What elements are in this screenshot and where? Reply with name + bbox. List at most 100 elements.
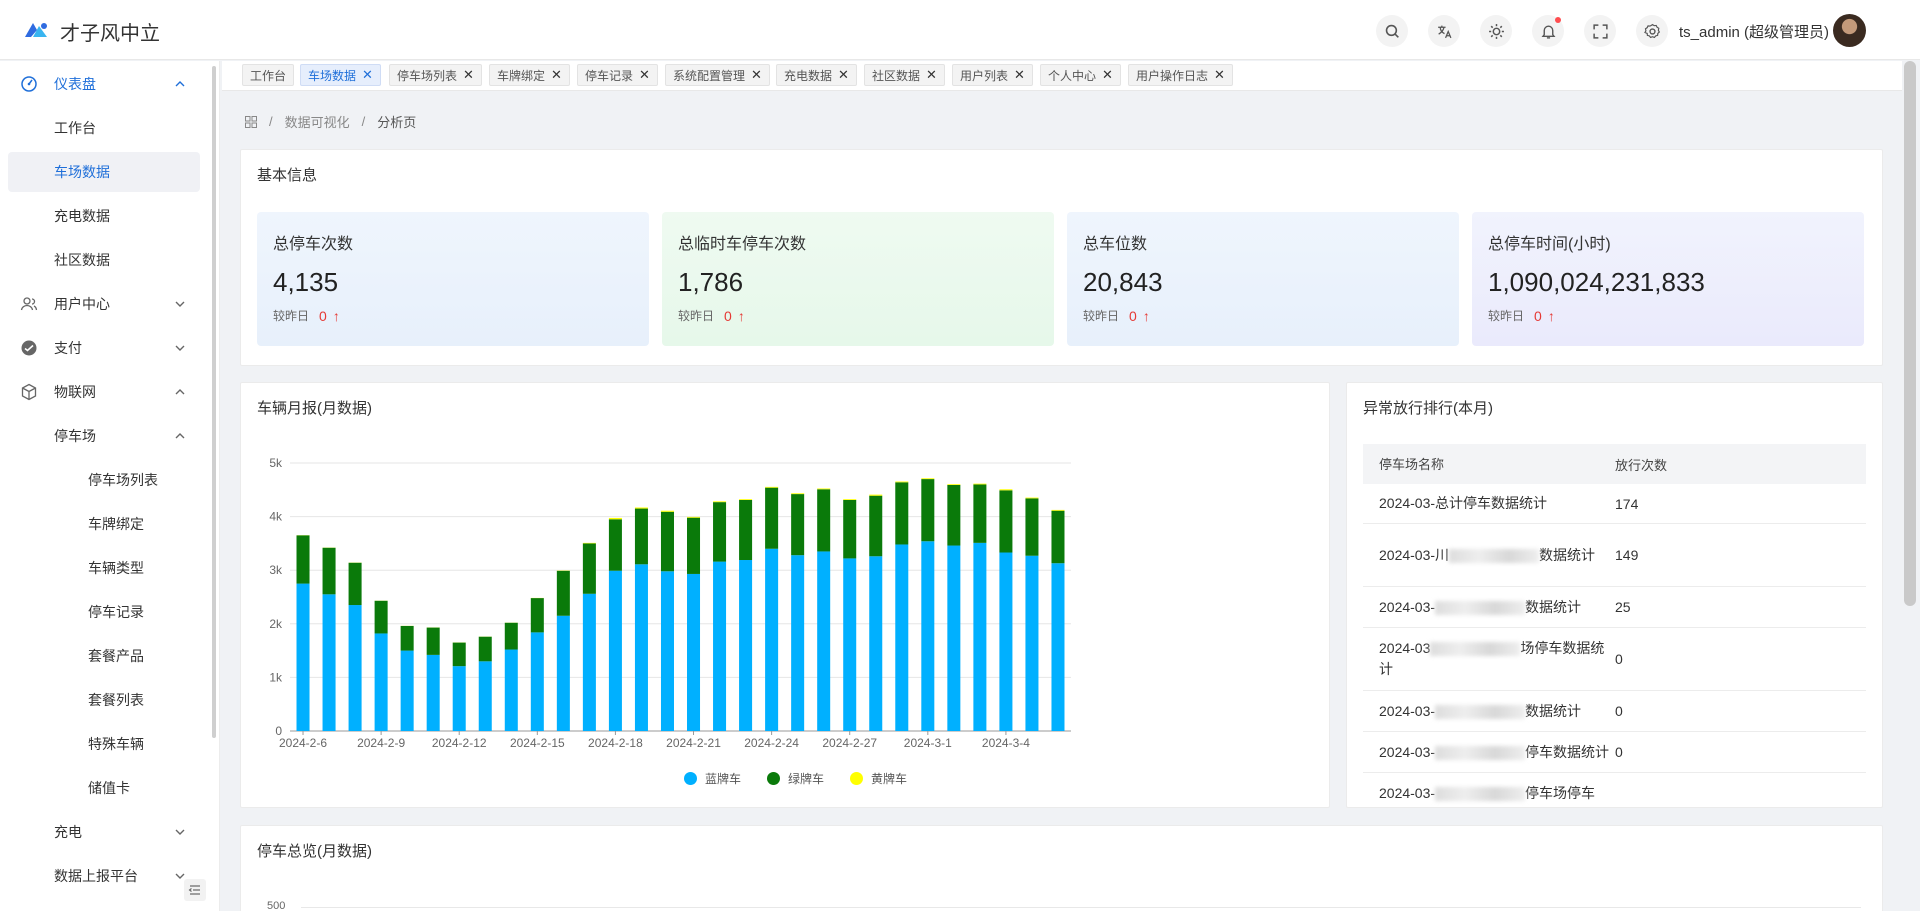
close-icon[interactable]: ✕ — [1014, 67, 1025, 83]
bar-blue-plate — [973, 542, 987, 731]
arrow-up-icon: ↑ — [1142, 307, 1150, 324]
avatar[interactable] — [1833, 14, 1866, 47]
stat-delta: 0 — [319, 307, 327, 324]
column-header: 停车场名称 — [1379, 456, 1445, 472]
sidebar-item-payment[interactable]: 支付 — [8, 328, 200, 368]
fullscreen-icon[interactable] — [1584, 15, 1616, 47]
user-name[interactable]: ts_admin (超级管理员) — [1679, 21, 1829, 42]
tab-personal-center[interactable]: 个人中心 ✕ — [1040, 64, 1121, 86]
settings-icon[interactable] — [1636, 15, 1668, 47]
x-tick-label: 2024-2-15 — [510, 736, 565, 750]
sidebar-item-parking-data[interactable]: 车场数据 — [8, 152, 200, 192]
sidebar-item-parking-records[interactable]: 停车记录 — [8, 592, 200, 632]
tab-parking-data[interactable]: 车场数据 ✕ — [300, 64, 381, 86]
page-scrollbar[interactable] — [1904, 61, 1916, 606]
bar-blue-plate — [895, 544, 909, 731]
translate-icon[interactable] — [1428, 15, 1460, 47]
close-icon[interactable]: ✕ — [751, 67, 762, 83]
sidebar-item-user-center[interactable]: 用户中心 — [8, 284, 200, 324]
collapse-menu-icon[interactable] — [184, 879, 206, 901]
legend-label: 黄牌车 — [871, 772, 908, 786]
tab-plate-binding[interactable]: 车牌绑定 ✕ — [489, 64, 570, 86]
sidebar-item-plate-binding[interactable]: 车牌绑定 — [8, 504, 200, 544]
app-logo — [25, 23, 47, 37]
tab-community-data[interactable]: 社区数据 ✕ — [864, 64, 945, 86]
sidebar-item-special-vehicles[interactable]: 特殊车辆 — [8, 724, 200, 764]
bar-yellow-plate — [895, 481, 909, 483]
bar-blue-plate — [348, 605, 362, 731]
tab-label: 社区数据 — [872, 68, 921, 83]
close-icon[interactable]: ✕ — [1102, 67, 1113, 83]
tab-label: 车场数据 — [308, 68, 357, 83]
table-row[interactable]: 2024-03- 数据统计 25 — [1363, 587, 1866, 628]
close-icon[interactable]: ✕ — [926, 67, 937, 83]
tab-system-config[interactable]: 系统配置管理 ✕ — [665, 64, 770, 86]
stat-label: 总车位数 — [1083, 236, 1148, 253]
sidebar-item-label: 用户中心 — [54, 296, 110, 312]
bar-blue-plate — [426, 654, 440, 731]
breadcrumb-item[interactable]: 数据可视化 — [285, 112, 350, 131]
home-grid-icon[interactable] — [245, 115, 257, 128]
table-row[interactable]: 2024-03-总计停车数据统计 174 — [1363, 484, 1866, 524]
table-header: 停车场名称 放行次数 — [1363, 444, 1866, 484]
tab-parking-records[interactable]: 停车记录 ✕ — [577, 64, 658, 86]
bar-yellow-plate — [843, 499, 857, 500]
chart-legend[interactable]: 蓝牌车 绿牌车 黄牌车 — [684, 770, 907, 787]
chevron-up-icon — [175, 389, 185, 395]
sidebar-item-parking-list[interactable]: 停车场列表 — [8, 460, 200, 500]
bar-yellow-plate — [947, 484, 961, 485]
sidebar-item-data-report-platform[interactable]: 数据上报平台 — [8, 856, 200, 896]
sidebar-item-charging-data[interactable]: 充电数据 — [8, 196, 200, 236]
y-tick-label: 1k — [269, 670, 283, 684]
tab-charging-data[interactable]: 充电数据 ✕ — [776, 64, 857, 86]
theme-icon[interactable] — [1480, 15, 1512, 47]
tab-user-list[interactable]: 用户列表 ✕ — [952, 64, 1033, 86]
close-icon[interactable]: ✕ — [463, 67, 474, 83]
close-icon[interactable]: ✕ — [1214, 67, 1225, 83]
tab-label: 个人中心 — [1048, 68, 1097, 83]
close-icon[interactable]: ✕ — [551, 67, 562, 83]
x-tick-label: 2024-2-6 — [279, 736, 327, 750]
overview-card: 停车总览(月数据) 500 — [240, 825, 1883, 911]
sidebar-item-charging[interactable]: 充电 — [8, 812, 200, 852]
sidebar-item-label: 套餐列表 — [88, 692, 144, 708]
sidebar-scrollbar[interactable] — [212, 66, 216, 738]
table-row[interactable]: 2024-03-川 数据统计 149 — [1363, 524, 1866, 587]
sidebar-item-vehicle-type[interactable]: 车辆类型 — [8, 548, 200, 588]
sidebar-item-stored-value-card[interactable]: 储值卡 — [8, 768, 200, 808]
close-icon[interactable]: ✕ — [838, 67, 849, 83]
table-row[interactable]: 2024-03- 数据统计 0 — [1363, 691, 1866, 732]
sidebar-item-community-data[interactable]: 社区数据 — [8, 240, 200, 280]
x-tick-label: 2024-2-12 — [432, 736, 487, 750]
tab-parking-list[interactable]: 停车场列表 ✕ — [389, 64, 482, 86]
table-row[interactable]: 2024-03 场停车数据统计 0 — [1363, 628, 1866, 691]
sidebar-item-label: 车辆类型 — [88, 560, 144, 576]
sidebar-item-package-list[interactable]: 套餐列表 — [8, 680, 200, 720]
bar-green-plate — [426, 627, 440, 655]
sidebar-item-label: 车场数据 — [54, 164, 110, 180]
table-row[interactable]: 2024-03- 停车数据统计 0 — [1363, 732, 1866, 773]
legend-label: 蓝牌车 — [705, 772, 742, 786]
tab-user-operation-log[interactable]: 用户操作日志 ✕ — [1128, 64, 1233, 86]
close-icon[interactable]: ✕ — [362, 67, 373, 83]
bar-blue-plate — [999, 552, 1013, 731]
bar-green-plate — [608, 519, 622, 571]
sidebar-item-package-products[interactable]: 套餐产品 — [8, 636, 200, 676]
bar-yellow-plate — [973, 483, 987, 485]
parking-lot-name: 2024-03- 停车数据统计 — [1379, 743, 1610, 760]
bar-green-plate — [843, 499, 857, 559]
search-icon[interactable] — [1376, 15, 1408, 47]
bar-yellow-plate — [608, 517, 622, 520]
close-icon[interactable]: ✕ — [639, 67, 650, 83]
bar-yellow-plate — [1025, 497, 1039, 499]
bar-green-plate — [895, 482, 909, 545]
tabs-bar: 工作台 车场数据 ✕ 停车场列表 ✕ 车牌绑定 ✕ 停车记录 ✕ 系统配置管理 ✕ 充电数… — [222, 61, 1902, 91]
arrow-up-icon: ↑ — [737, 307, 745, 324]
sidebar-item-dashboard[interactable]: 仪表盘 — [8, 64, 200, 104]
sidebar-item-workbench[interactable]: 工作台 — [8, 108, 200, 148]
sidebar-item-parking-lot[interactable]: 停车场 — [8, 416, 200, 456]
sidebar-item-iot[interactable]: 物联网 — [8, 372, 200, 412]
tab-workbench[interactable]: 工作台 — [242, 64, 295, 86]
table-row[interactable]: 2024-03- 停车场停车 — [1363, 773, 1866, 807]
bell-icon[interactable] — [1532, 15, 1564, 47]
